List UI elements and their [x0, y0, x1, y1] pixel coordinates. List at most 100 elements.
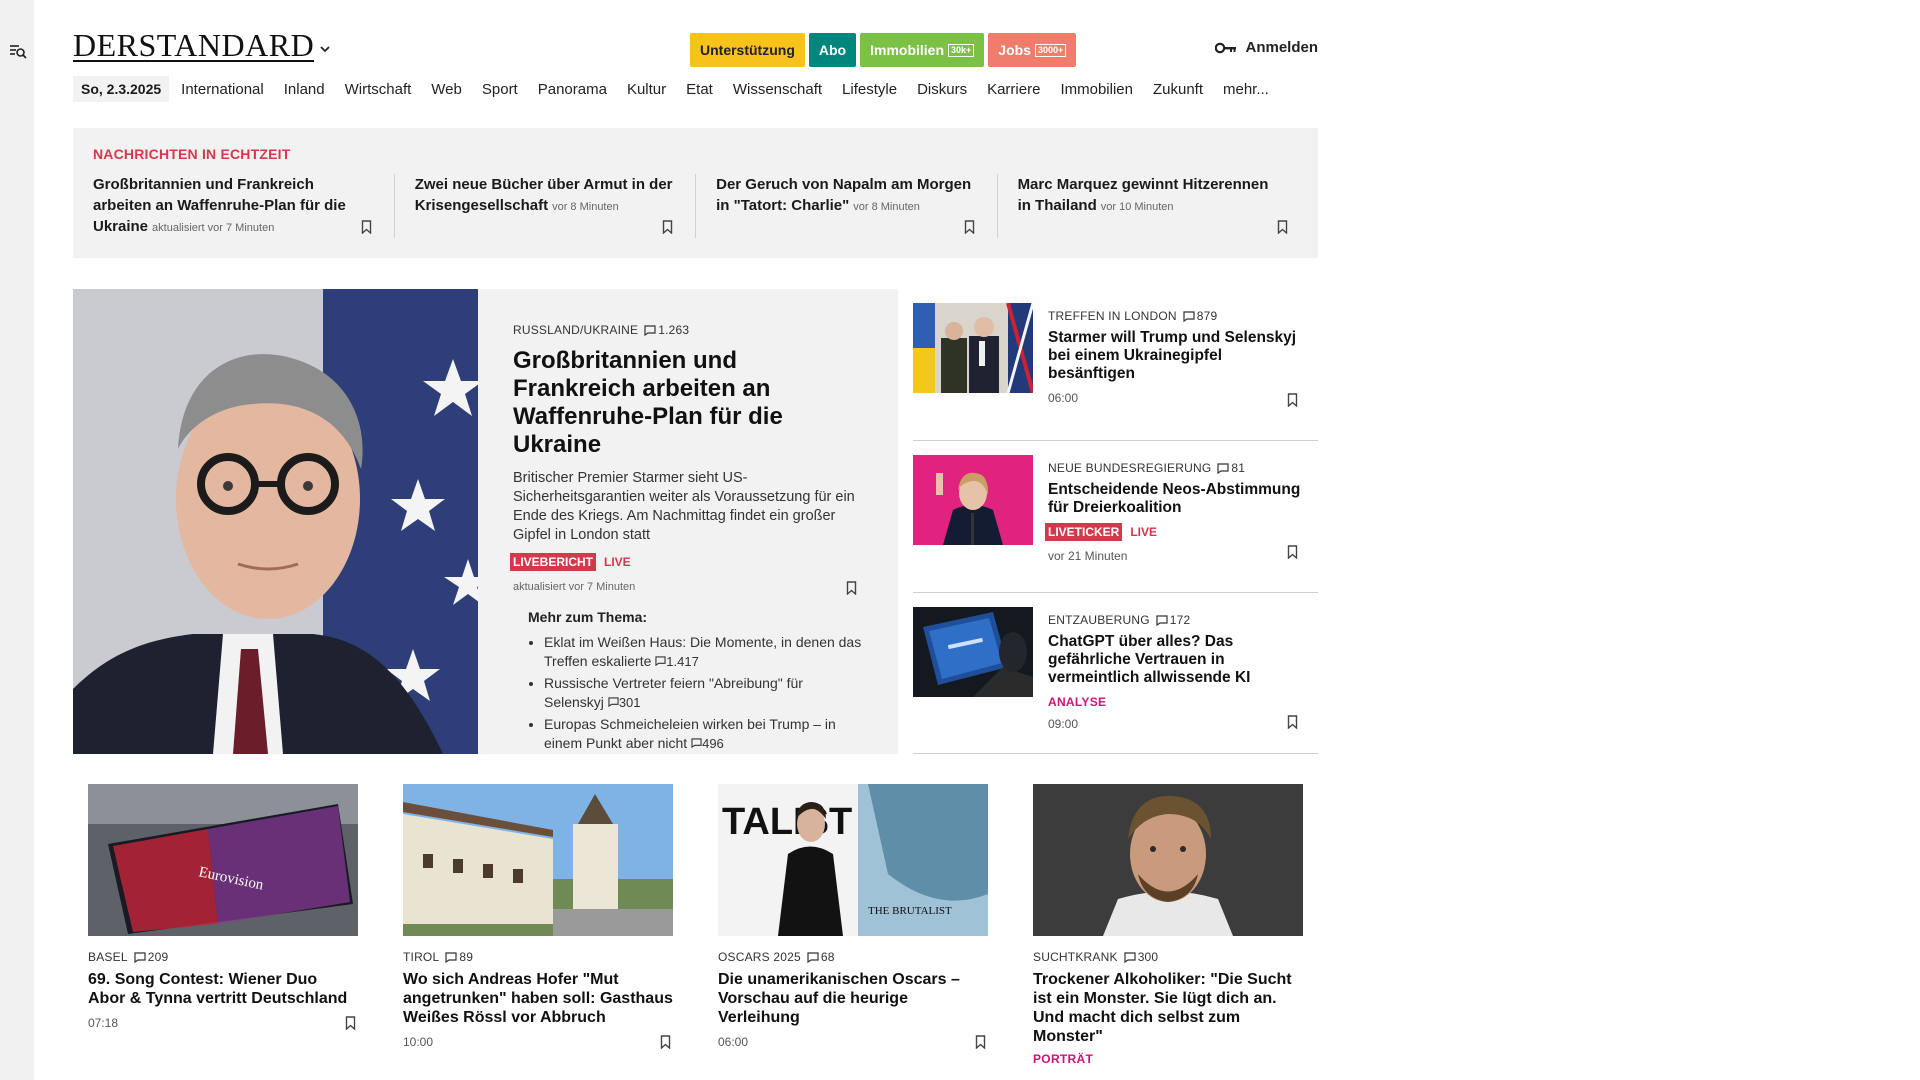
article-title[interactable]: Starmer will Trump und Selenskyj bei ein…	[1048, 329, 1308, 383]
jobs-button[interactable]: Jobs 3000+	[988, 33, 1077, 67]
article-card[interactable]: TALIST THE BRUTALIST OSCARS 2025 68 Die u…	[718, 784, 988, 1080]
live-row: LIVETICKER LIVE	[1045, 523, 1308, 541]
bookmark-icon[interactable]	[662, 220, 673, 234]
comment-count[interactable]: 89	[445, 950, 473, 964]
article-image[interactable]	[913, 455, 1033, 545]
site-logo[interactable]: DERSTANDARD	[73, 29, 315, 62]
comment-count-value: 1.417	[666, 654, 699, 669]
portrait-label: PORTRÄT	[1033, 1052, 1094, 1066]
ticker-item[interactable]: Der Geruch von Napalm am Morgen in "Tato…	[695, 174, 996, 238]
nav-item-diskurs[interactable]: Diskurs	[917, 81, 967, 98]
comment-count[interactable]: 1.417	[655, 654, 699, 669]
comment-count[interactable]: 879	[1183, 309, 1218, 323]
bookmark-icon[interactable]	[846, 581, 857, 595]
menu-search-icon[interactable]	[9, 42, 27, 60]
article-image[interactable]	[913, 607, 1033, 697]
nav-item-wirtschaft[interactable]: Wirtschaft	[345, 81, 412, 98]
comment-count-value: 172	[1169, 613, 1191, 627]
article-image[interactable]	[403, 784, 673, 936]
bookmark-icon[interactable]	[964, 220, 975, 234]
hero-title[interactable]: Großbritannien und Frankreich arbeiten a…	[513, 347, 863, 459]
login-button[interactable]: Anmelden	[1215, 39, 1318, 56]
nav-item-panorama[interactable]: Panorama	[538, 81, 607, 98]
abo-button[interactable]: Abo	[808, 33, 857, 67]
related-item[interactable]: Europas Schmeicheleien wirken bei Trump …	[544, 715, 863, 753]
nav-item-international[interactable]: International	[181, 81, 264, 98]
comment-count-value: 496	[702, 736, 724, 751]
article-image[interactable]: TALIST THE BRUTALIST	[718, 784, 988, 936]
bookmark-icon[interactable]	[975, 1035, 986, 1049]
hero-live-row: LIVEBERICHT LIVE	[510, 553, 863, 571]
jobs-badge: 3000+	[1034, 43, 1067, 57]
bookmark-icon[interactable]	[1287, 545, 1298, 559]
side-article-text: TREFFEN IN LONDON 879 Starmer will Trump …	[1048, 309, 1308, 405]
chevron-down-icon[interactable]	[319, 43, 331, 55]
ticker-time: vor 8 Minuten	[552, 201, 619, 213]
comment-count[interactable]: 81	[1217, 461, 1245, 475]
ticker-item[interactable]: Marc Marquez gewinnt Hitzerennen in Thai…	[996, 174, 1298, 238]
article-card[interactable]: TIROL 89 Wo sich Andreas Hofer "Mut anget…	[403, 784, 673, 1080]
related-item-text: Eklat im Weißen Haus: Die Momente, in de…	[544, 634, 862, 669]
comment-count[interactable]: 172	[1156, 613, 1191, 627]
jobs-label: Jobs	[998, 42, 1031, 58]
related-item[interactable]: Russische Vertreter feiern "Abreibung" f…	[544, 674, 863, 712]
related-item[interactable]: Eklat im Weißen Haus: Die Momente, in de…	[544, 633, 863, 671]
nav-item-etat[interactable]: Etat	[686, 81, 713, 98]
bookmark-icon[interactable]	[1287, 393, 1298, 407]
article-title[interactable]: ChatGPT über alles? Das gefährliche Vert…	[1048, 633, 1308, 687]
site-header: DERSTANDARD Unterstützung Abo Immobilien…	[73, 0, 1318, 70]
comment-count[interactable]: 1.263	[644, 323, 689, 337]
hero-article[interactable]: RUSSLAND/UKRAINE 1.263 Großbritannien un…	[73, 289, 898, 754]
article-title[interactable]: Die unamerikanischen Oscars – Vorschau a…	[718, 970, 988, 1027]
comment-count[interactable]: 209	[134, 950, 169, 964]
article-image[interactable]	[1033, 784, 1303, 936]
comment-icon	[608, 697, 619, 708]
ticker-item[interactable]: Zwei neue Bücher über Armut in der Krise…	[393, 174, 695, 238]
nav-item-web[interactable]: Web	[431, 81, 462, 98]
image-text: TALIST	[722, 801, 852, 843]
nav-item-karriere[interactable]: Karriere	[987, 81, 1040, 98]
article-title[interactable]: 69. Song Contest: Wiener Duo Abor & Tynn…	[88, 970, 358, 1008]
article-title[interactable]: Trockener Alkoholiker: "Die Sucht ist ei…	[1033, 970, 1303, 1046]
article-kicker: NEUE BUNDESREGIERUNG 81	[1048, 461, 1308, 475]
article-image[interactable]	[913, 303, 1033, 393]
bookmark-icon[interactable]	[660, 1035, 671, 1049]
article-card[interactable]: SUCHTKRANK 300 Trockener Alkoholiker: "Di…	[1033, 784, 1303, 1080]
article-card[interactable]: Eurovision BASEL 209 69. Song Contest: Wi…	[88, 784, 358, 1080]
hero-image[interactable]	[73, 289, 478, 754]
hero-kicker: RUSSLAND/UKRAINE 1.263	[513, 323, 863, 337]
nav-item-zukunft[interactable]: Zukunft	[1153, 81, 1203, 98]
abo-label: Abo	[818, 42, 847, 58]
article-image[interactable]: Eurovision	[88, 784, 358, 936]
bookmark-icon[interactable]	[345, 1016, 356, 1030]
livebericht-tag: LIVEBERICHT	[510, 553, 597, 571]
comment-icon	[1183, 310, 1195, 322]
nav-item-sport[interactable]: Sport	[482, 81, 518, 98]
nav-item-more[interactable]: mehr...	[1223, 81, 1269, 98]
bookmark-icon[interactable]	[1287, 715, 1298, 729]
nav-item-wissenschaft[interactable]: Wissenschaft	[733, 81, 822, 98]
side-article[interactable]: TREFFEN IN LONDON 879 Starmer will Trump …	[913, 289, 1318, 441]
immobilien-button[interactable]: Immobilien 30k+	[860, 33, 985, 67]
nav-item-lifestyle[interactable]: Lifestyle	[842, 81, 897, 98]
side-article[interactable]: NEUE BUNDESREGIERUNG 81 Entscheidende Neo…	[913, 441, 1318, 593]
nav-item-kultur[interactable]: Kultur	[627, 81, 666, 98]
side-article[interactable]: ENTZAUBERUNG 172 ChatGPT über alles? Das …	[913, 593, 1318, 754]
ticker-time: vor 8 Minuten	[853, 201, 920, 213]
article-title[interactable]: Entscheidende Neos-Abstimmung für Dreier…	[1048, 481, 1308, 517]
nav-item-inland[interactable]: Inland	[284, 81, 325, 98]
nav-item-immobilien[interactable]: Immobilien	[1060, 81, 1133, 98]
bookmark-icon[interactable]	[361, 220, 372, 234]
comment-count[interactable]: 300	[1124, 950, 1159, 964]
related-item-text: Europas Schmeicheleien wirken bei Trump …	[544, 716, 836, 751]
comment-count[interactable]: 496	[691, 736, 724, 751]
support-button[interactable]: Unterstützung	[690, 33, 805, 67]
ticker-item[interactable]: Großbritannien und Frankreich arbeiten a…	[93, 174, 394, 238]
article-title[interactable]: Wo sich Andreas Hofer "Mut angetrunken" …	[403, 970, 673, 1027]
comment-count-value: 1.263	[658, 323, 690, 337]
ticker-time: vor 10 Minuten	[1100, 201, 1174, 213]
bookmark-icon[interactable]	[1277, 220, 1288, 234]
hero-updated: aktualisiert vor 7 Minuten	[513, 581, 636, 593]
comment-count[interactable]: 68	[807, 950, 835, 964]
comment-count[interactable]: 301	[608, 695, 641, 710]
